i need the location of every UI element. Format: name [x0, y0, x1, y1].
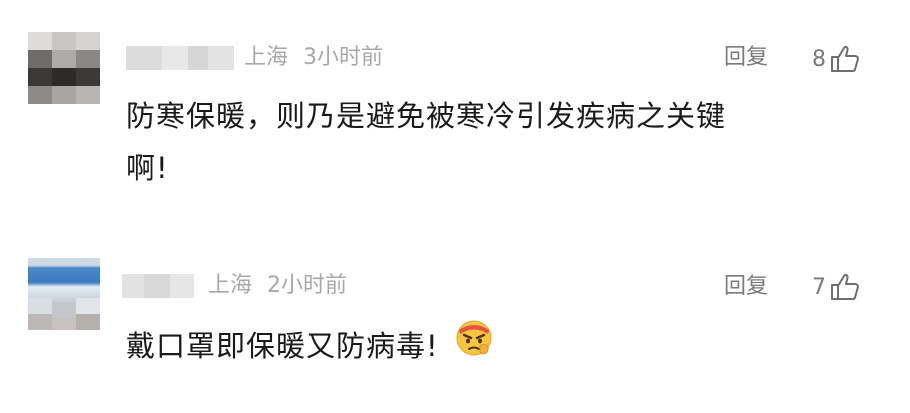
reply-button[interactable]: 回复 — [724, 274, 768, 300]
comment-item: 上海 2小时前 回复 7 戴口罩即保暖又防病毒! — [0, 0, 910, 363]
thumbs-up-icon — [831, 273, 859, 300]
comment-list: 上海 3小时前 回复 8 防寒保暖，则乃是避免被寒冷引发疾病之关键 啊! 上海 … — [0, 0, 910, 413]
comment-text: 戴口罩即保暖又防病毒! — [126, 320, 495, 374]
like-button[interactable]: 7 — [812, 273, 860, 301]
avatar[interactable] — [28, 258, 100, 330]
username-blurred[interactable] — [122, 274, 194, 298]
like-count: 7 — [812, 275, 826, 300]
comment-time: 2小时前 — [267, 273, 348, 298]
comment-text-line: 戴口罩即保暖又防病毒! — [126, 329, 439, 363]
comment-location: 上海 — [208, 273, 253, 298]
comment-meta: 上海 2小时前 — [208, 274, 347, 298]
angry-face-emoji — [453, 316, 495, 374]
